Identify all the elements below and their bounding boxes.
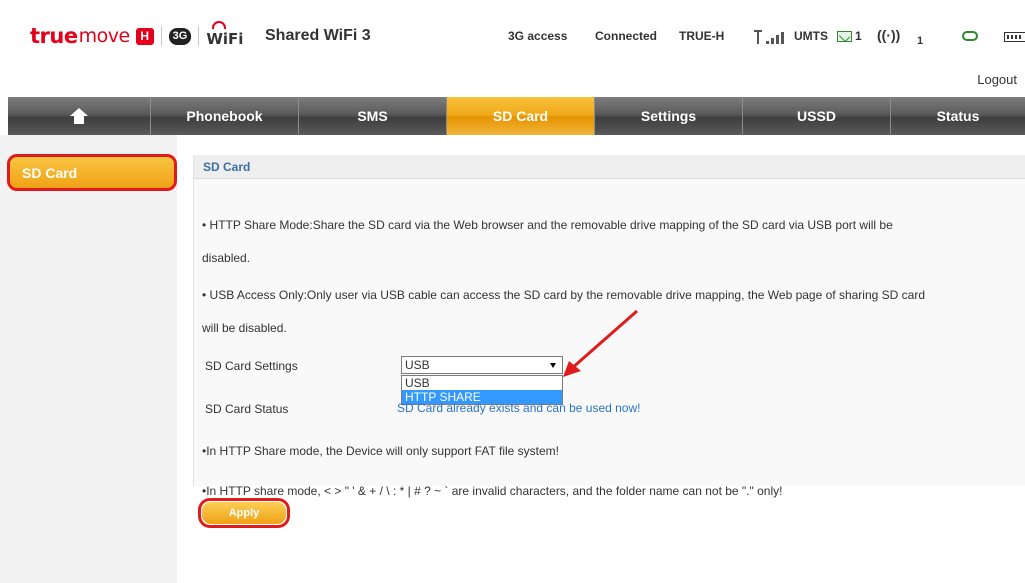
sidebar-item-sd-card[interactable]: SD Card [7, 154, 177, 191]
sd-card-status-value: SD Card already exists and can be used n… [397, 401, 641, 415]
wifi-wave-icon [212, 21, 227, 29]
sd-card-status-label: SD Card Status [205, 402, 289, 416]
sms-count: 1 [855, 29, 862, 43]
nav-ussd[interactable]: USSD [743, 97, 891, 135]
http-share-line1: • HTTP Share Mode:Share the SD card via … [202, 218, 893, 232]
signal-strength-icon [754, 30, 789, 44]
chat-icon [962, 31, 978, 41]
operator-name: TRUE-H [679, 29, 725, 43]
sms-envelope-icon[interactable] [837, 31, 852, 42]
home-icon [70, 108, 88, 124]
header: true move H 3G WiFi Shared WiFi 3 3G acc… [0, 0, 1025, 87]
access-type: 3G access [508, 29, 568, 43]
invalid-chars-note: •In HTTP share mode, < > " ' & + / \ : *… [202, 484, 783, 498]
main-nav: Phonebook SMS SD Card Settings USSD Stat… [8, 97, 1025, 135]
logout-link[interactable]: Logout [977, 72, 1017, 87]
fat-note: •In HTTP Share mode, the Device will onl… [202, 444, 560, 458]
annotation-arrow-icon [563, 309, 638, 377]
sd-card-settings-select[interactable]: USB [401, 356, 563, 374]
panel-title: SD Card [194, 155, 1025, 179]
nav-sd-card[interactable]: SD Card [447, 97, 595, 135]
nav-phonebook[interactable]: Phonebook [151, 97, 299, 135]
option-usb[interactable]: USB [402, 376, 562, 390]
sd-card-settings-label: SD Card Settings [205, 359, 298, 373]
nav-settings[interactable]: Settings [595, 97, 743, 135]
http-share-description: • HTTP Share Mode:Share the SD card via … [202, 209, 1017, 275]
sidebar: SD Card [0, 135, 177, 583]
nav-sms[interactable]: SMS [299, 97, 447, 135]
nav-home[interactable] [8, 97, 151, 135]
status-bar: 3G access Connected TRUE-H UMTS 1 ((·)) … [0, 27, 1025, 47]
nav-status[interactable]: Status [891, 97, 1025, 135]
apply-button[interactable]: Apply [202, 502, 286, 524]
apply-highlight: Apply [198, 498, 290, 528]
http-share-line2: disabled. [202, 251, 251, 265]
connection-status: Connected [595, 29, 658, 43]
network-mode: UMTS [794, 29, 828, 43]
wifi-antenna-icon: ((·)) [877, 27, 901, 43]
battery-icon [1004, 32, 1025, 42]
wifi-clients-count: 1 [917, 35, 924, 47]
